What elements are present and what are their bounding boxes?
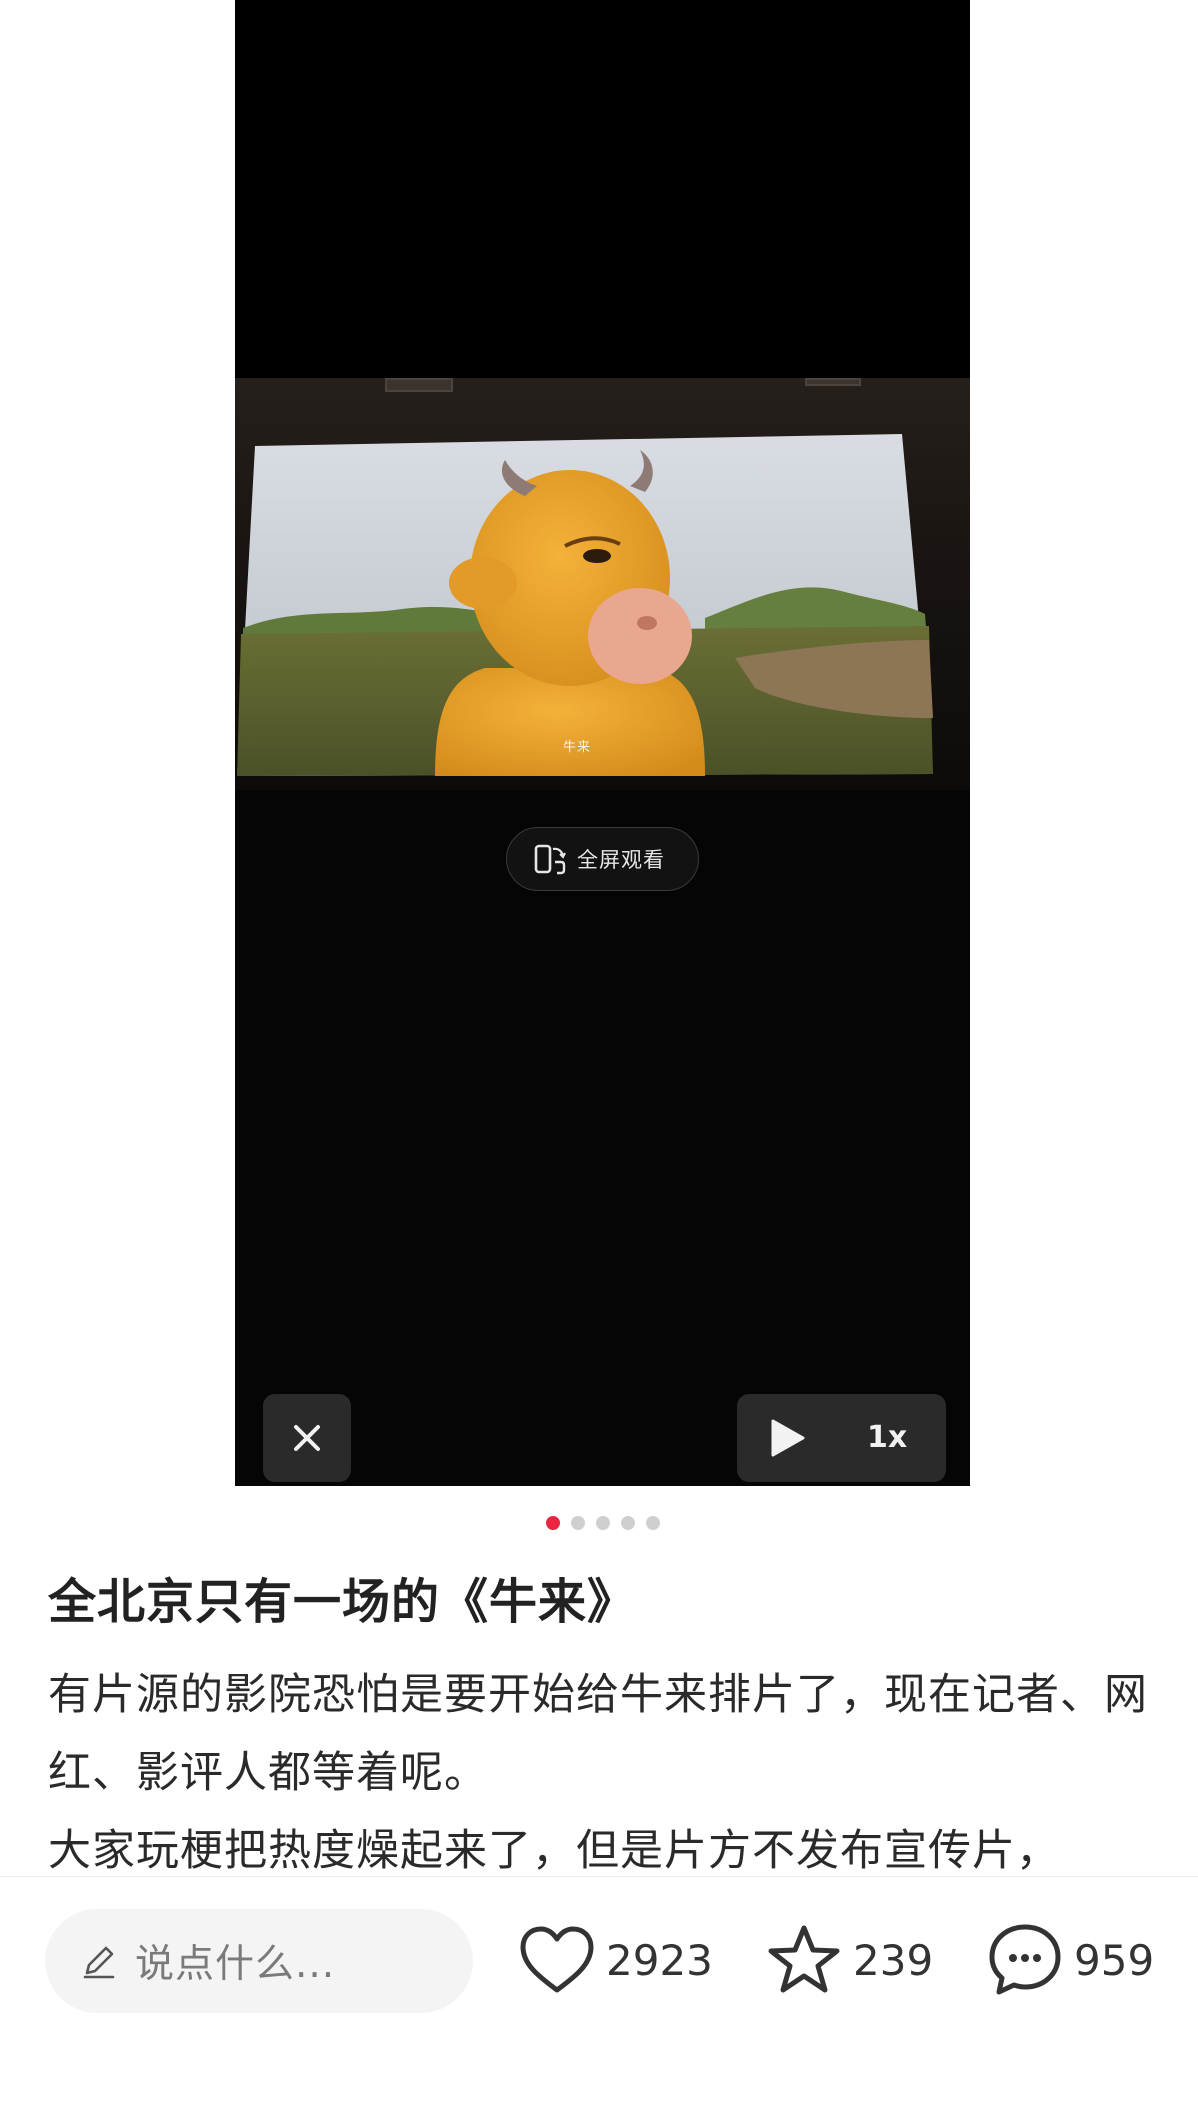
heart-icon [520, 1926, 594, 1993]
favorite-count: 239 [853, 1935, 934, 1985]
comment-button[interactable]: 959 [986, 1917, 1154, 2003]
chat-bubble-icon [989, 1924, 1061, 1995]
post-body: 有片源的影院恐怕是要开始给牛来排片了，现在记者、网红、影评人都等着呢。 大家玩梗… [48, 1656, 1158, 1890]
rotate-phone-icon [534, 844, 566, 875]
video-frame: 牛来 [235, 378, 970, 790]
star-icon [768, 1925, 840, 1993]
pager-dot[interactable] [596, 1516, 610, 1530]
like-count: 2923 [606, 1935, 713, 1985]
pager-dot[interactable] [646, 1516, 660, 1530]
cinema-screen-image [237, 434, 933, 776]
bottom-action-bar: 说点什么... 2923 239 959 [0, 1876, 1198, 2124]
post-title: 全北京只有一场的《牛来》 [48, 1574, 637, 1630]
video-subtitle: 牛来 [563, 740, 592, 755]
close-button[interactable] [263, 1394, 351, 1482]
playback-controls: 1x [737, 1394, 946, 1482]
comment-placeholder: 说点什么... [135, 1942, 336, 1987]
comment-input[interactable]: 说点什么... [45, 1909, 473, 2013]
image-pager [0, 1516, 1198, 1530]
fullscreen-button[interactable]: 全屏观看 [506, 827, 699, 891]
close-icon [294, 1425, 320, 1451]
favorite-button[interactable]: 239 [765, 1917, 933, 2003]
playback-speed-button[interactable]: 1x [867, 1418, 907, 1458]
pager-dot-active[interactable] [546, 1516, 560, 1530]
fullscreen-label: 全屏观看 [577, 848, 665, 872]
post-body-paragraph: 有片源的影院恐怕是要开始给牛来排片了，现在记者、网红、影评人都等着呢。 [48, 1670, 1148, 1798]
video-letterbox-top [235, 0, 970, 378]
pager-dot[interactable] [621, 1516, 635, 1530]
pencil-icon [83, 1946, 115, 1979]
comment-count: 959 [1074, 1935, 1155, 1985]
play-icon[interactable] [767, 1418, 807, 1458]
like-button[interactable]: 2923 [518, 1917, 713, 2003]
pager-dot[interactable] [571, 1516, 585, 1530]
video-player[interactable]: 牛来 全屏观看 1x [235, 0, 970, 1486]
